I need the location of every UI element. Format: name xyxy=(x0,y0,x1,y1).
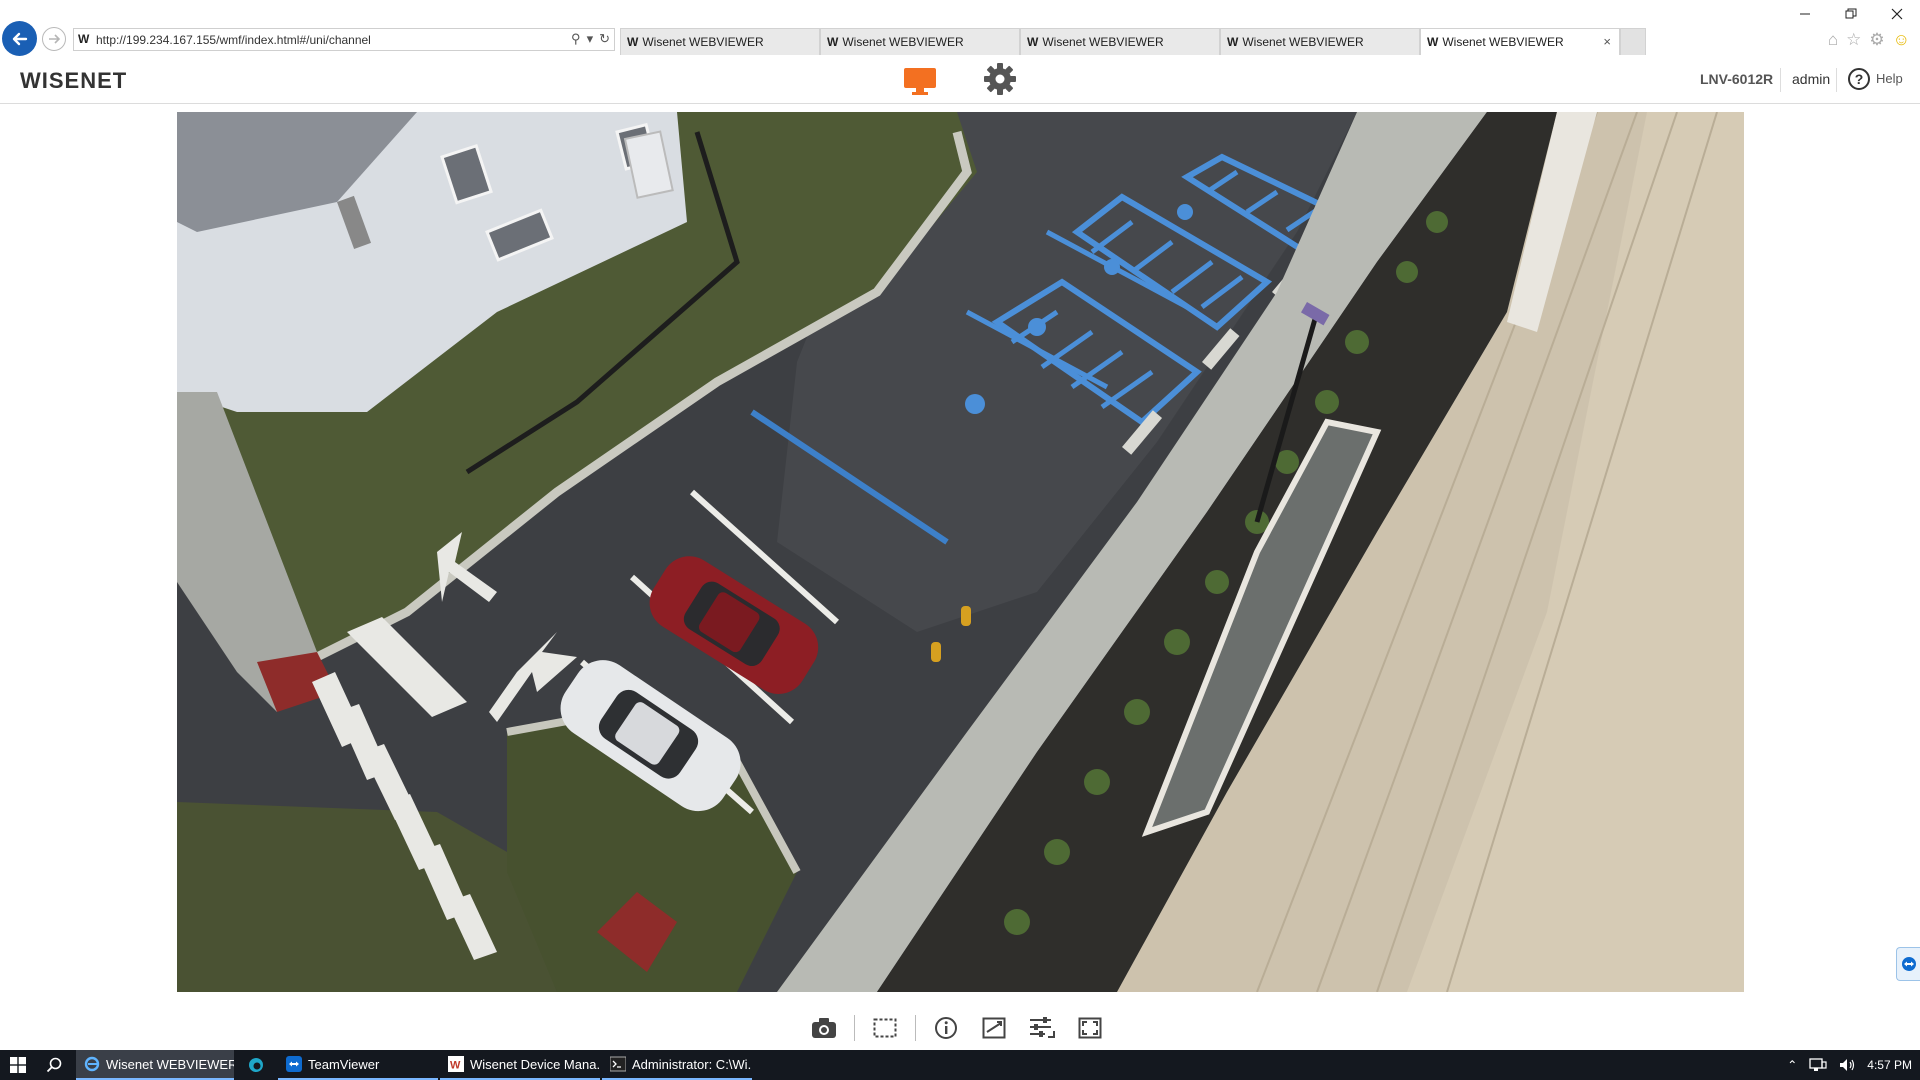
taskbar-item-wisenet-webviewer[interactable]: Wisenet WEBVIEWER ... xyxy=(76,1050,234,1080)
close-window-button[interactable] xyxy=(1874,0,1920,28)
close-tab-icon[interactable]: × xyxy=(1603,34,1611,49)
area-zoom-button[interactable] xyxy=(865,1010,905,1046)
adjust-icon xyxy=(1030,1017,1055,1038)
clock[interactable]: 4:57 PM xyxy=(1867,1058,1912,1072)
feedback-smiley-icon[interactable]: ☺ xyxy=(1893,30,1910,50)
aspect-ratio-button[interactable] xyxy=(974,1010,1014,1046)
user-name[interactable]: admin xyxy=(1792,71,1830,87)
tab-favicon: W xyxy=(1027,35,1039,49)
minimize-icon xyxy=(1800,13,1810,15)
video-toolbar xyxy=(800,1010,1114,1046)
forward-arrow-icon xyxy=(49,34,61,44)
tab-favicon: W xyxy=(1427,35,1439,49)
app-header: WISENET LNV-6012R admin ? Help xyxy=(0,56,1920,104)
favorites-star-icon[interactable]: ☆ xyxy=(1846,30,1861,50)
aspect-ratio-icon xyxy=(982,1017,1006,1039)
monitor-icon xyxy=(904,68,936,95)
info-button[interactable] xyxy=(926,1010,966,1046)
wisenet-logo: WISENET xyxy=(20,68,128,93)
tab-title: Wisenet WEBVIEWER xyxy=(842,35,964,49)
home-icon[interactable]: ⌂ xyxy=(1828,30,1838,50)
tools-gear-icon[interactable]: ⚙ xyxy=(1869,30,1884,50)
cmd-icon xyxy=(610,1056,626,1072)
adjust-settings-button[interactable] xyxy=(1022,1010,1062,1046)
windows-logo-icon xyxy=(10,1057,26,1073)
start-button[interactable] xyxy=(0,1050,36,1080)
window-controls xyxy=(1782,0,1920,28)
network-icon[interactable] xyxy=(1809,1058,1827,1072)
speaker-icon[interactable] xyxy=(1839,1058,1855,1072)
taskbar-search-button[interactable] xyxy=(38,1050,70,1080)
tab-strip: W Wisenet WEBVIEWER W Wisenet WEBVIEWER … xyxy=(620,28,1646,55)
forward-button[interactable] xyxy=(42,27,66,51)
fullscreen-button[interactable] xyxy=(1070,1010,1110,1046)
taskbar-item-wisenet-device-manager[interactable]: W Wisenet Device Mana... xyxy=(440,1050,600,1080)
edge-icon xyxy=(249,1058,263,1072)
chevron-up-icon[interactable]: ⌃ xyxy=(1787,1058,1797,1072)
live-monitor-button[interactable] xyxy=(903,64,937,98)
taskbar-item-label: Wisenet WEBVIEWER ... xyxy=(106,1056,234,1072)
help-link[interactable]: Help xyxy=(1876,71,1903,86)
browser-tab-active[interactable]: W Wisenet WEBVIEWER × xyxy=(1420,28,1620,55)
tab-title: Wisenet WEBVIEWER xyxy=(1442,35,1564,49)
back-button[interactable] xyxy=(2,21,37,56)
dropdown-icon[interactable]: ▾ xyxy=(587,31,594,47)
search-icon xyxy=(46,1057,62,1073)
live-video-feed[interactable] xyxy=(177,112,1744,992)
tab-favicon: W xyxy=(627,35,639,49)
browser-tab[interactable]: W Wisenet WEBVIEWER xyxy=(620,28,820,55)
tab-favicon: W xyxy=(1227,35,1239,49)
address-url[interactable]: http://199.234.167.155/wmf/index.html#/u… xyxy=(96,33,371,47)
teamviewer-side-panel-tab[interactable] xyxy=(1896,947,1920,981)
teamviewer-icon xyxy=(286,1056,302,1072)
divider xyxy=(1780,68,1781,92)
tab-title: Wisenet WEBVIEWER xyxy=(1242,35,1364,49)
browser-toolbar-icons: ⌂ ☆ ⚙ ☺ xyxy=(1828,30,1910,50)
restore-icon xyxy=(1845,8,1857,19)
system-tray: ⌃ 4:57 PM xyxy=(1787,1050,1912,1080)
taskbar-item-teamviewer[interactable]: TeamViewer xyxy=(278,1050,438,1080)
toolbar-divider xyxy=(854,1015,855,1041)
capture-button[interactable] xyxy=(804,1010,844,1046)
teamviewer-icon xyxy=(1901,957,1916,971)
windows-taskbar: Wisenet WEBVIEWER ... TeamViewer W Wisen… xyxy=(0,1050,1920,1080)
refresh-icon[interactable]: ↻ xyxy=(599,31,610,47)
restore-button[interactable] xyxy=(1828,0,1874,28)
browser-tab[interactable]: W Wisenet WEBVIEWER xyxy=(820,28,1020,55)
minimize-button[interactable] xyxy=(1782,0,1828,28)
browser-tab[interactable]: W Wisenet WEBVIEWER xyxy=(1020,28,1220,55)
tab-title: Wisenet WEBVIEWER xyxy=(642,35,764,49)
new-tab-button[interactable] xyxy=(1620,28,1646,55)
camera-icon xyxy=(812,1018,836,1038)
help-icon[interactable]: ? xyxy=(1848,68,1870,90)
taskbar-item-label: Wisenet Device Mana... xyxy=(470,1056,600,1072)
wisenet-icon: W xyxy=(448,1056,464,1072)
taskbar-item-label: Administrator: C:\Wi... xyxy=(632,1056,752,1072)
close-icon xyxy=(1891,8,1903,20)
tab-title: Wisenet WEBVIEWER xyxy=(1042,35,1164,49)
gear-icon xyxy=(984,63,1016,95)
address-bar[interactable]: W http://199.234.167.155/wmf/index.html#… xyxy=(73,28,615,51)
back-arrow-icon xyxy=(12,32,27,45)
browser-tab[interactable]: W Wisenet WEBVIEWER xyxy=(1220,28,1420,55)
search-icon[interactable]: ⚲ xyxy=(571,31,581,47)
fullscreen-icon xyxy=(1078,1017,1102,1039)
setup-button[interactable] xyxy=(983,62,1017,96)
taskbar-item-admin-cmd[interactable]: Administrator: C:\Wi... xyxy=(602,1050,752,1080)
tab-favicon: W xyxy=(827,35,839,49)
taskbar-item-label: TeamViewer xyxy=(308,1056,380,1072)
select-area-icon xyxy=(873,1018,897,1038)
site-favicon: W xyxy=(78,32,90,46)
info-icon xyxy=(935,1017,957,1039)
divider xyxy=(1836,68,1837,92)
camera-view-image xyxy=(177,112,1744,992)
toolbar-divider xyxy=(915,1015,916,1041)
browser-chrome: W http://199.234.167.155/wmf/index.html#… xyxy=(0,0,1920,56)
ie-icon xyxy=(84,1056,100,1072)
device-model: LNV-6012R xyxy=(1700,71,1774,87)
taskbar-item-edge[interactable] xyxy=(240,1050,276,1080)
svg-text:W: W xyxy=(450,1060,461,1072)
